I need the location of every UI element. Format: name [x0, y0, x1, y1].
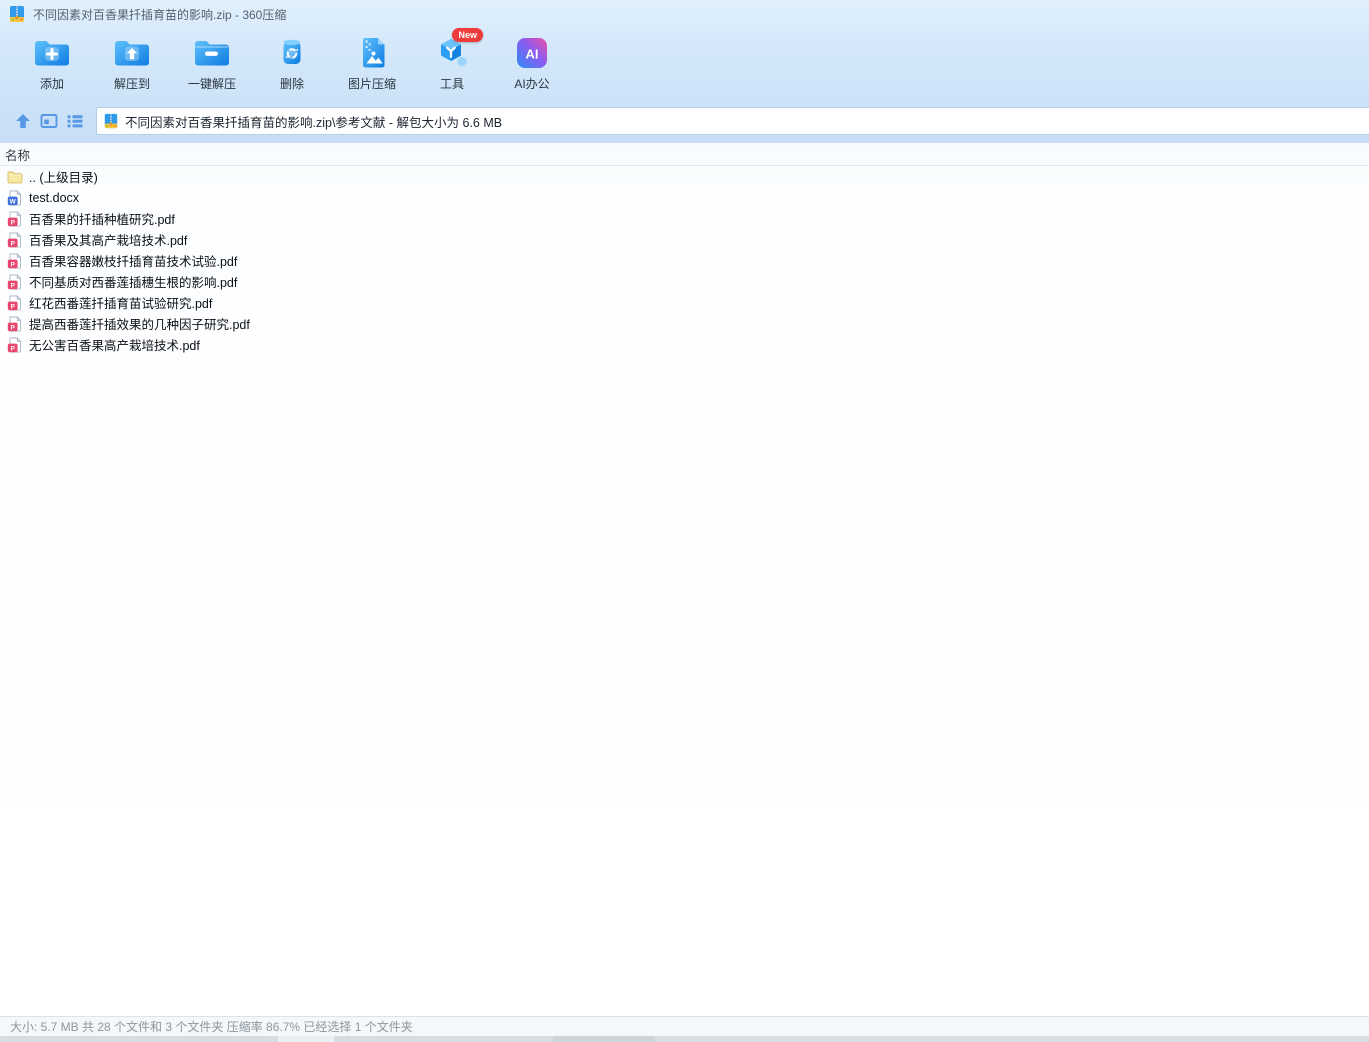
toolbar-button-label: 解压到	[113, 77, 150, 91]
address-row: 不同因素对百香果扦插育苗的影响.zip\参考文献 - 解包大小为 6.6 MB	[0, 105, 1369, 137]
file-type-icon	[7, 232, 23, 248]
list-view-button[interactable]	[62, 108, 88, 134]
toolbar-button-label: 删除	[279, 77, 304, 91]
one-click-extract-icon	[192, 35, 232, 71]
list-item[interactable]: 不同基质对西番莲插穗生根的影响.pdf	[0, 271, 1369, 292]
toolbar-button-add[interactable]: 添加	[12, 28, 92, 102]
toolbar-button-extract-to[interactable]: 解压到	[92, 28, 172, 102]
file-type-icon	[7, 295, 23, 311]
list-item[interactable]: 提高西番莲扦插效果的几种因子研究.pdf	[0, 313, 1369, 334]
list-item[interactable]: test.docx	[0, 187, 1369, 208]
titlebar: 不同因素对百香果扦插育苗的影响.zip - 360压缩	[0, 0, 1369, 28]
address-path: 不同因素对百香果扦插育苗的影响.zip\参考文献 - 解包大小为 6.6 MB	[125, 115, 503, 130]
toolbar-button-tools[interactable]: New 工具	[412, 28, 492, 102]
file-type-icon	[7, 274, 23, 290]
up-arrow-icon	[16, 114, 30, 128]
list-item[interactable]: 百香果容器嫩枝扦插育苗技术试验.pdf	[0, 250, 1369, 271]
file-type-icon	[7, 169, 23, 185]
file-type-icon	[7, 190, 23, 206]
address-bar[interactable]: 不同因素对百香果扦插育苗的影响.zip\参考文献 - 解包大小为 6.6 MB	[96, 107, 1369, 135]
list-item[interactable]: .. (上级目录)	[0, 166, 1369, 187]
file-list: 名称 .. (上级目录) test.docx 百香果的扦插种植研究.pdf 百香…	[0, 143, 1369, 1016]
toolbar-button-label: AI办公	[514, 77, 550, 91]
toolbar-button-label: 图片压缩	[347, 77, 396, 91]
toolbar-button-image-compress[interactable]: 图片压缩	[332, 28, 412, 102]
toolbar-button-one-click-extract[interactable]: 一键解压	[172, 28, 252, 102]
status-text: 大小: 5.7 MB 共 28 个文件和 3 个文件夹 压缩率 86.7% 已经…	[10, 1020, 413, 1034]
list-item[interactable]: 百香果的扦插种植研究.pdf	[0, 208, 1369, 229]
file-name: 无公害百香果高产栽培技术.pdf	[29, 339, 200, 353]
image-compress-icon	[352, 35, 392, 71]
zip-file-icon	[103, 113, 119, 129]
list-item[interactable]: 红花西番莲扦插育苗试验研究.pdf	[0, 292, 1369, 313]
app-zip-icon	[8, 5, 26, 23]
icon-view-button[interactable]	[36, 108, 62, 134]
file-type-icon	[7, 337, 23, 353]
add-folder-icon	[32, 35, 72, 71]
file-name: 百香果及其高产栽培技术.pdf	[29, 234, 188, 248]
file-rows: .. (上级目录) test.docx 百香果的扦插种植研究.pdf 百香果及其…	[0, 166, 1369, 355]
toolbar-button-label: 添加	[39, 77, 64, 91]
toolbar-button-delete[interactable]: 删除	[252, 28, 332, 102]
svg-text:AI: AI	[526, 47, 539, 62]
taskbar-edge	[0, 1036, 1369, 1042]
file-type-icon	[7, 253, 23, 269]
window-title: 不同因素对百香果扦插育苗的影响.zip - 360压缩	[33, 7, 287, 22]
file-name: 红花西番莲扦插育苗试验研究.pdf	[29, 297, 213, 311]
toolbar: 添加 解压到 一键解压 删除 图片压缩 New 工具 AI AI办公	[0, 28, 1369, 105]
toolbar-button-ai-office[interactable]: AI AI办公	[492, 28, 572, 102]
list-view-icon	[67, 115, 83, 128]
new-badge: New	[452, 28, 483, 42]
file-name: .. (上级目录)	[29, 171, 98, 185]
file-type-icon	[7, 211, 23, 227]
file-name: 百香果的扦插种植研究.pdf	[29, 213, 175, 227]
navigate-up-button[interactable]	[10, 108, 36, 134]
file-name: 不同基质对西番莲插穗生根的影响.pdf	[29, 276, 238, 290]
status-bar: 大小: 5.7 MB 共 28 个文件和 3 个文件夹 压缩率 86.7% 已经…	[0, 1016, 1369, 1036]
ai-office-icon: AI	[512, 35, 552, 71]
file-name: 提高西番莲扦插效果的几种因子研究.pdf	[29, 318, 250, 332]
extract-to-icon	[112, 35, 152, 71]
toolbar-button-label: 一键解压	[187, 77, 236, 91]
file-name: 百香果容器嫩枝扦插育苗技术试验.pdf	[29, 255, 238, 269]
panel-view-icon	[40, 114, 58, 128]
file-name: test.docx	[29, 190, 80, 205]
360zip-window: 不同因素对百香果扦插育苗的影响.zip - 360压缩 添加 解压到 一键解压 …	[0, 0, 1369, 1042]
toolbar-button-label: 工具	[439, 77, 464, 91]
delete-trash-icon	[272, 35, 312, 71]
list-item[interactable]: 百香果及其高产栽培技术.pdf	[0, 229, 1369, 250]
file-type-icon	[7, 316, 23, 332]
column-header-name[interactable]: 名称	[0, 143, 1369, 166]
list-item[interactable]: 无公害百香果高产栽培技术.pdf	[0, 334, 1369, 355]
top-panel: 不同因素对百香果扦插育苗的影响.zip - 360压缩 添加 解压到 一键解压 …	[0, 0, 1369, 143]
